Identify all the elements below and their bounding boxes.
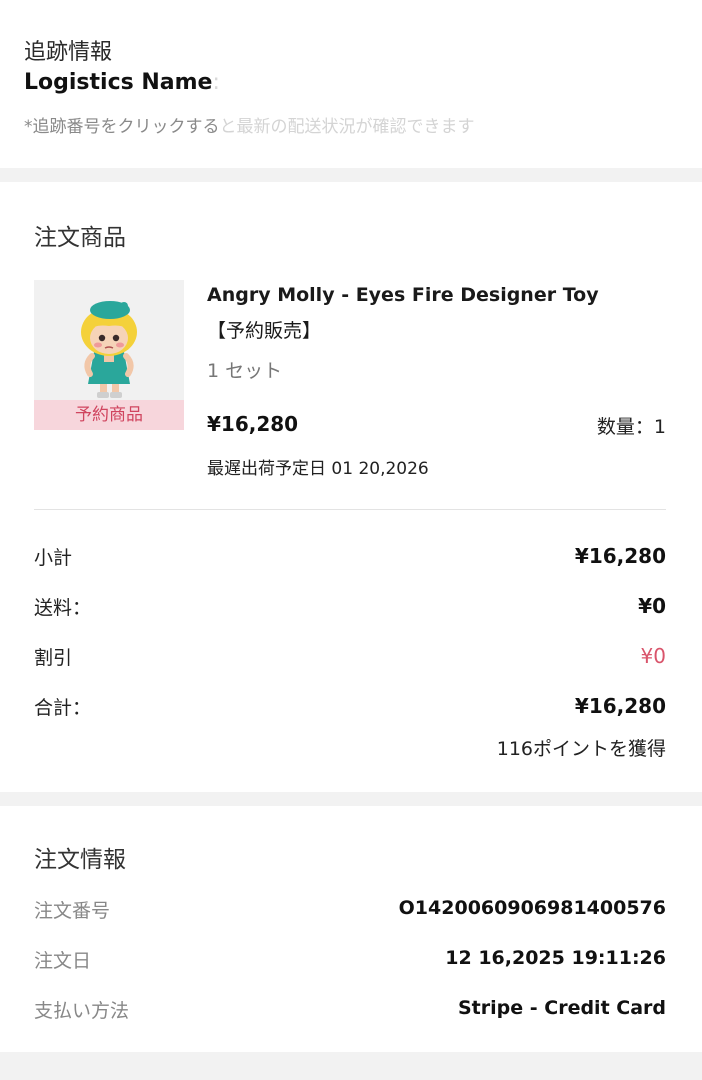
product-name[interactable]: Angry Molly - Eyes Fire Designer Toy bbox=[207, 284, 599, 306]
total-label: 合計： bbox=[34, 697, 92, 719]
subtotal-value: ¥16,280 bbox=[574, 544, 666, 568]
logistics-faded: : bbox=[212, 70, 220, 95]
product-set-count: 1 セット bbox=[207, 360, 283, 382]
total-value: ¥16,280 bbox=[574, 694, 666, 718]
order-info-title: 注文情報 bbox=[34, 847, 126, 873]
logistics-label: Logistics Name bbox=[24, 70, 213, 95]
points-earned: 116ポイントを獲得 bbox=[496, 738, 666, 760]
payment-method-value: Stripe - Credit Card bbox=[458, 997, 666, 1019]
shipping-label: 送料： bbox=[34, 597, 92, 619]
subtotal-label: 小計 bbox=[34, 547, 73, 569]
divider bbox=[34, 509, 666, 510]
tracking-title: 追跡情報 bbox=[24, 40, 113, 65]
order-date-value: 12 16,2025 19:11:26 bbox=[445, 947, 666, 969]
product-quantity: 数量：1 bbox=[596, 416, 666, 438]
discount-label: 割引 bbox=[34, 647, 73, 669]
discount-value: ¥0 bbox=[640, 644, 666, 668]
shipping-value: ¥0 bbox=[638, 594, 666, 618]
order-number-label: 注文番号 bbox=[34, 900, 111, 922]
tracking-note: *追跡番号をクリックすると最新の配送状況が確認できます bbox=[24, 112, 475, 137]
logistics-name[interactable]: Logistics Name: bbox=[24, 70, 220, 95]
tracking-note-text: *追跡番号をクリックする bbox=[24, 117, 220, 137]
order-items-card: 注文商品 予約商品 Angry Molly - Eyes Fire Design… bbox=[0, 182, 702, 792]
product-thumbnail[interactable]: 予約商品 bbox=[34, 280, 184, 430]
order-info-card: 注文情報 注文番号 O142006090698140057​6 注文日 12 1… bbox=[0, 806, 702, 1052]
order-items-title: 注文商品 bbox=[34, 225, 126, 251]
product-shipping-date: 最遅出荷予定日 01 20,2026 bbox=[207, 459, 429, 479]
product-price: ¥16,280 bbox=[207, 412, 299, 436]
order-number-value[interactable]: O142006090698140057​6 bbox=[399, 897, 666, 919]
order-date-label: 注文日 bbox=[34, 950, 92, 972]
presale-badge: 予約商品 bbox=[34, 400, 184, 430]
payment-method-label: 支払い方法 bbox=[34, 1000, 130, 1022]
product-subtitle: 【予約販売】 bbox=[207, 320, 322, 342]
tracking-card: 追跡情報 Logistics Name: *追跡番号をクリックすると最新の配送状… bbox=[0, 0, 702, 168]
tracking-note-faded: と最新の配送状況が確認できます bbox=[219, 117, 475, 137]
